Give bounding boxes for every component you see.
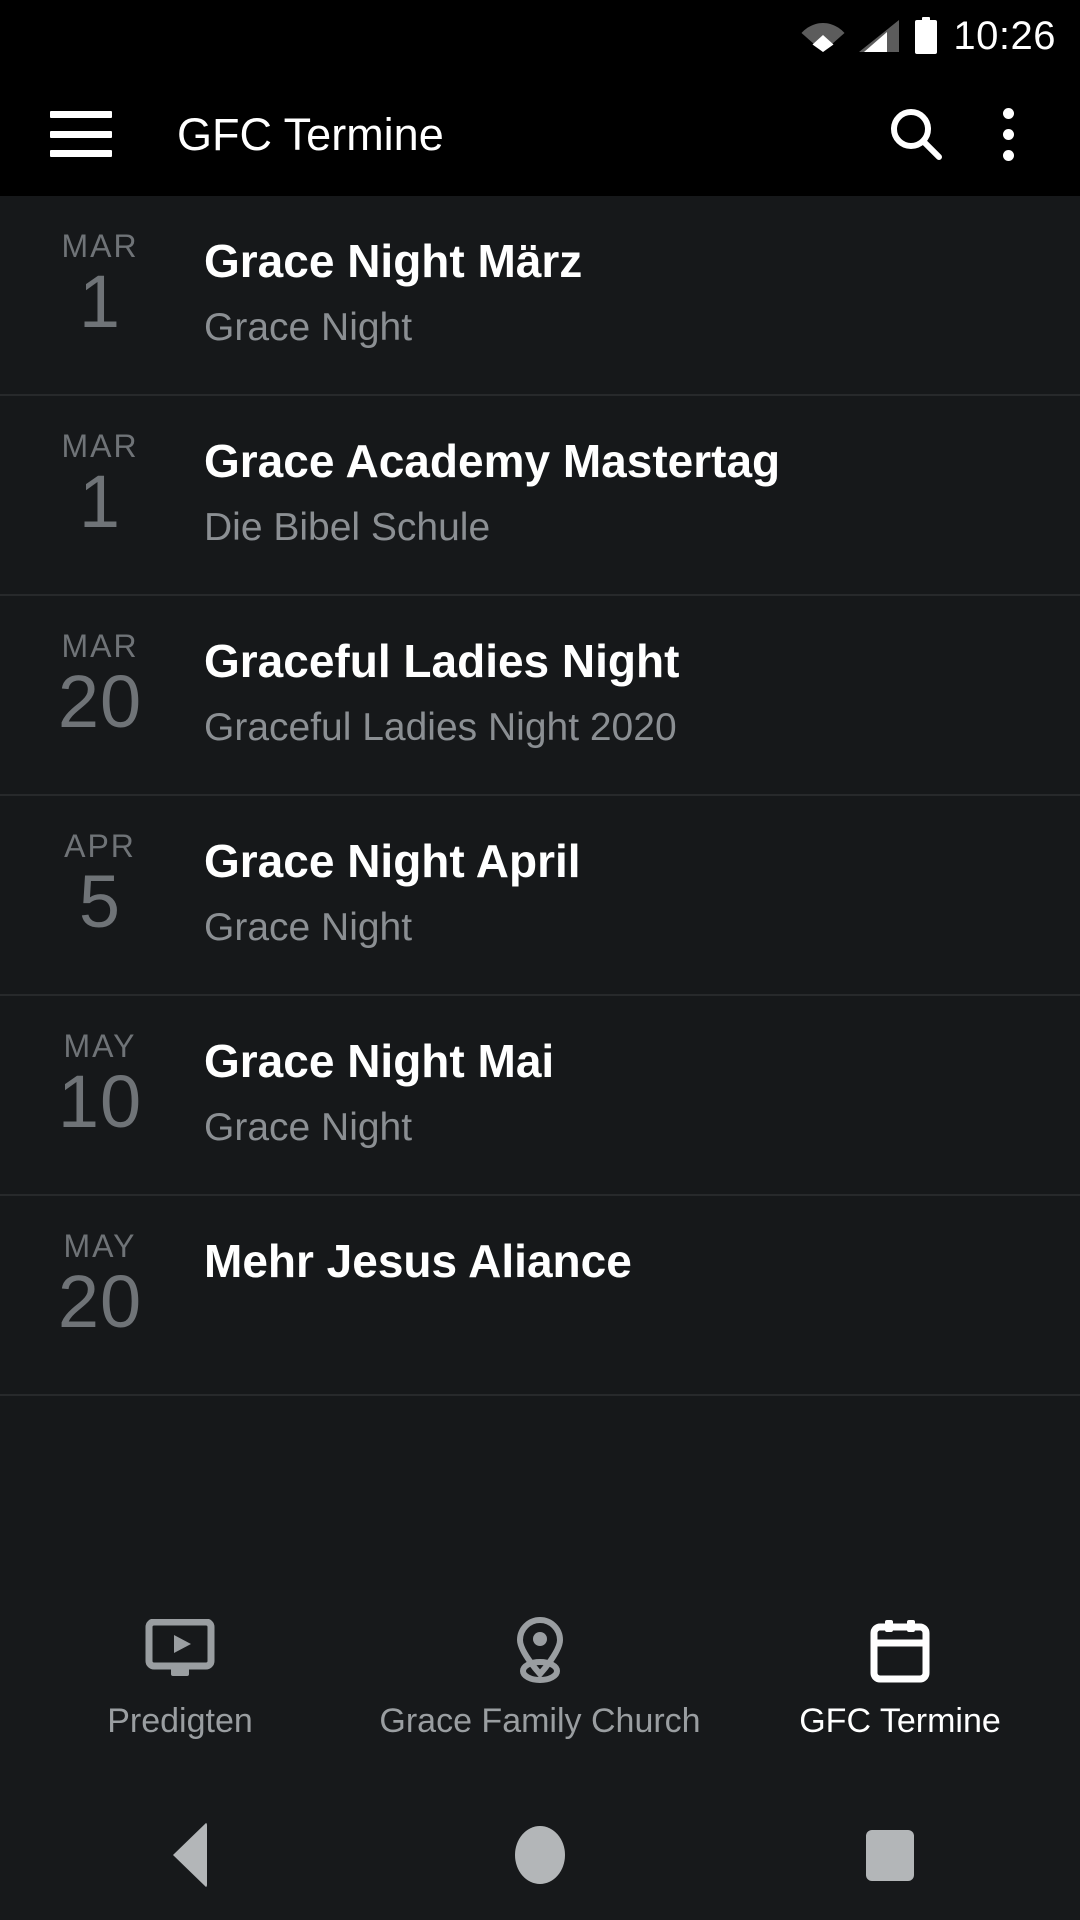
cell-signal-icon xyxy=(859,20,900,52)
event-day: 20 xyxy=(57,1260,143,1343)
overflow-menu-button[interactable] xyxy=(962,88,1054,180)
home-button[interactable] xyxy=(480,1795,600,1915)
status-icon-group xyxy=(801,17,939,55)
nav-tab-predigten[interactable]: Predigten xyxy=(0,1612,360,1738)
event-list-item[interactable]: MAY 20 Mehr Jesus Aliance xyxy=(0,1196,1080,1396)
event-date: MAY 10 xyxy=(0,1026,200,1139)
event-text-block: Grace Night März Grace Night xyxy=(200,226,1080,349)
calendar-icon xyxy=(870,1620,930,1683)
app-screen: 10:26 GFC Termine MAR 1 Grace Night März… xyxy=(0,0,1080,1920)
back-button[interactable] xyxy=(130,1795,250,1915)
event-subtitle: Grace Night xyxy=(204,305,413,349)
event-date: MAY 20 xyxy=(0,1226,200,1339)
nav-icon-wrapper xyxy=(869,1612,931,1690)
event-day: 20 xyxy=(57,660,143,743)
nav-label: Predigten xyxy=(107,1702,253,1740)
event-month: MAY xyxy=(63,1228,137,1264)
event-list-item[interactable]: APR 5 Grace Night April Grace Night xyxy=(0,796,1080,996)
event-list-item[interactable]: MAR 1 Grace Academy Mastertag Die Bibel … xyxy=(0,396,1080,596)
event-title: Grace Night Mai xyxy=(204,1035,555,1087)
nav-label: Grace Family Church xyxy=(379,1702,701,1740)
event-month: MAR xyxy=(61,228,139,264)
app-toolbar: GFC Termine xyxy=(0,72,1080,196)
event-title: Mehr Jesus Aliance xyxy=(204,1235,632,1287)
event-text-block: Grace Academy Mastertag Die Bibel Schule xyxy=(200,426,1080,549)
video-monitor-icon xyxy=(145,1619,215,1676)
event-month: MAR xyxy=(61,628,139,664)
nav-tab-gfc-termine[interactable]: GFC Termine xyxy=(720,1612,1080,1738)
kebab-dot xyxy=(1002,149,1014,161)
event-text-block: Mehr Jesus Aliance xyxy=(200,1226,1080,1307)
event-day: 1 xyxy=(78,260,122,343)
kebab-dot xyxy=(1002,128,1014,140)
event-day: 5 xyxy=(78,860,122,943)
status-time: 10:26 xyxy=(953,14,1056,58)
kebab-dot xyxy=(1002,107,1014,119)
event-day: 1 xyxy=(78,460,122,543)
recents-square-icon xyxy=(866,1829,914,1881)
location-pin-icon xyxy=(516,1616,564,1683)
event-date: MAR 1 xyxy=(0,426,200,539)
overflow-menu-icon xyxy=(1002,107,1014,161)
hamburger-bar xyxy=(50,130,112,138)
recents-button[interactable] xyxy=(830,1795,950,1915)
event-day: 10 xyxy=(57,1060,143,1143)
search-icon xyxy=(891,109,942,160)
event-list-item[interactable]: MAR 20 Graceful Ladies Night Graceful La… xyxy=(0,596,1080,796)
back-triangle-icon xyxy=(173,1822,207,1888)
hamburger-bar xyxy=(50,150,112,157)
event-date: APR 5 xyxy=(0,826,200,939)
battery-icon xyxy=(915,17,938,54)
event-text-block: Grace Night April Grace Night xyxy=(200,826,1080,949)
event-month: MAR xyxy=(61,428,139,464)
event-list[interactable]: MAR 1 Grace Night März Grace Night MAR 1… xyxy=(0,196,1080,1590)
hamburger-bar xyxy=(50,111,112,118)
event-subtitle: Grace Night xyxy=(204,1105,413,1149)
event-list-item[interactable]: MAY 10 Grace Night Mai Grace Night xyxy=(0,996,1080,1196)
event-subtitle: Graceful Ladies Night 2020 xyxy=(204,705,677,749)
search-button[interactable] xyxy=(870,88,962,180)
bottom-navigation-bar: Predigten Grace Family Church GFC Termin… xyxy=(0,1590,1080,1790)
event-date: MAR 1 xyxy=(0,226,200,339)
nav-icon-wrapper xyxy=(145,1612,215,1690)
event-subtitle: Die Bibel Schule xyxy=(204,505,491,549)
event-title: Grace Night März xyxy=(204,235,583,287)
wifi-icon xyxy=(801,23,845,52)
status-bar: 10:26 xyxy=(0,0,1080,72)
event-date: MAR 20 xyxy=(0,626,200,739)
event-subtitle: Grace Night xyxy=(204,905,413,949)
nav-label: GFC Termine xyxy=(799,1702,1001,1740)
event-month: APR xyxy=(64,828,136,864)
event-text-block: Grace Night Mai Grace Night xyxy=(200,1026,1080,1149)
page-title: GFC Termine xyxy=(177,108,444,160)
nav-tab-grace-family-church[interactable]: Grace Family Church xyxy=(360,1612,720,1738)
hamburger-menu-icon[interactable] xyxy=(50,111,112,157)
android-navigation-bar xyxy=(0,1790,1080,1920)
event-title: Graceful Ladies Night xyxy=(204,635,680,687)
event-month: MAY xyxy=(63,1028,137,1064)
nav-icon-wrapper xyxy=(509,1612,571,1690)
home-circle-icon xyxy=(515,1826,565,1884)
event-title: Grace Academy Mastertag xyxy=(204,435,781,487)
event-title: Grace Night April xyxy=(204,835,581,887)
event-list-item[interactable]: MAR 1 Grace Night März Grace Night xyxy=(0,196,1080,396)
event-text-block: Graceful Ladies Night Graceful Ladies Ni… xyxy=(200,626,1080,749)
